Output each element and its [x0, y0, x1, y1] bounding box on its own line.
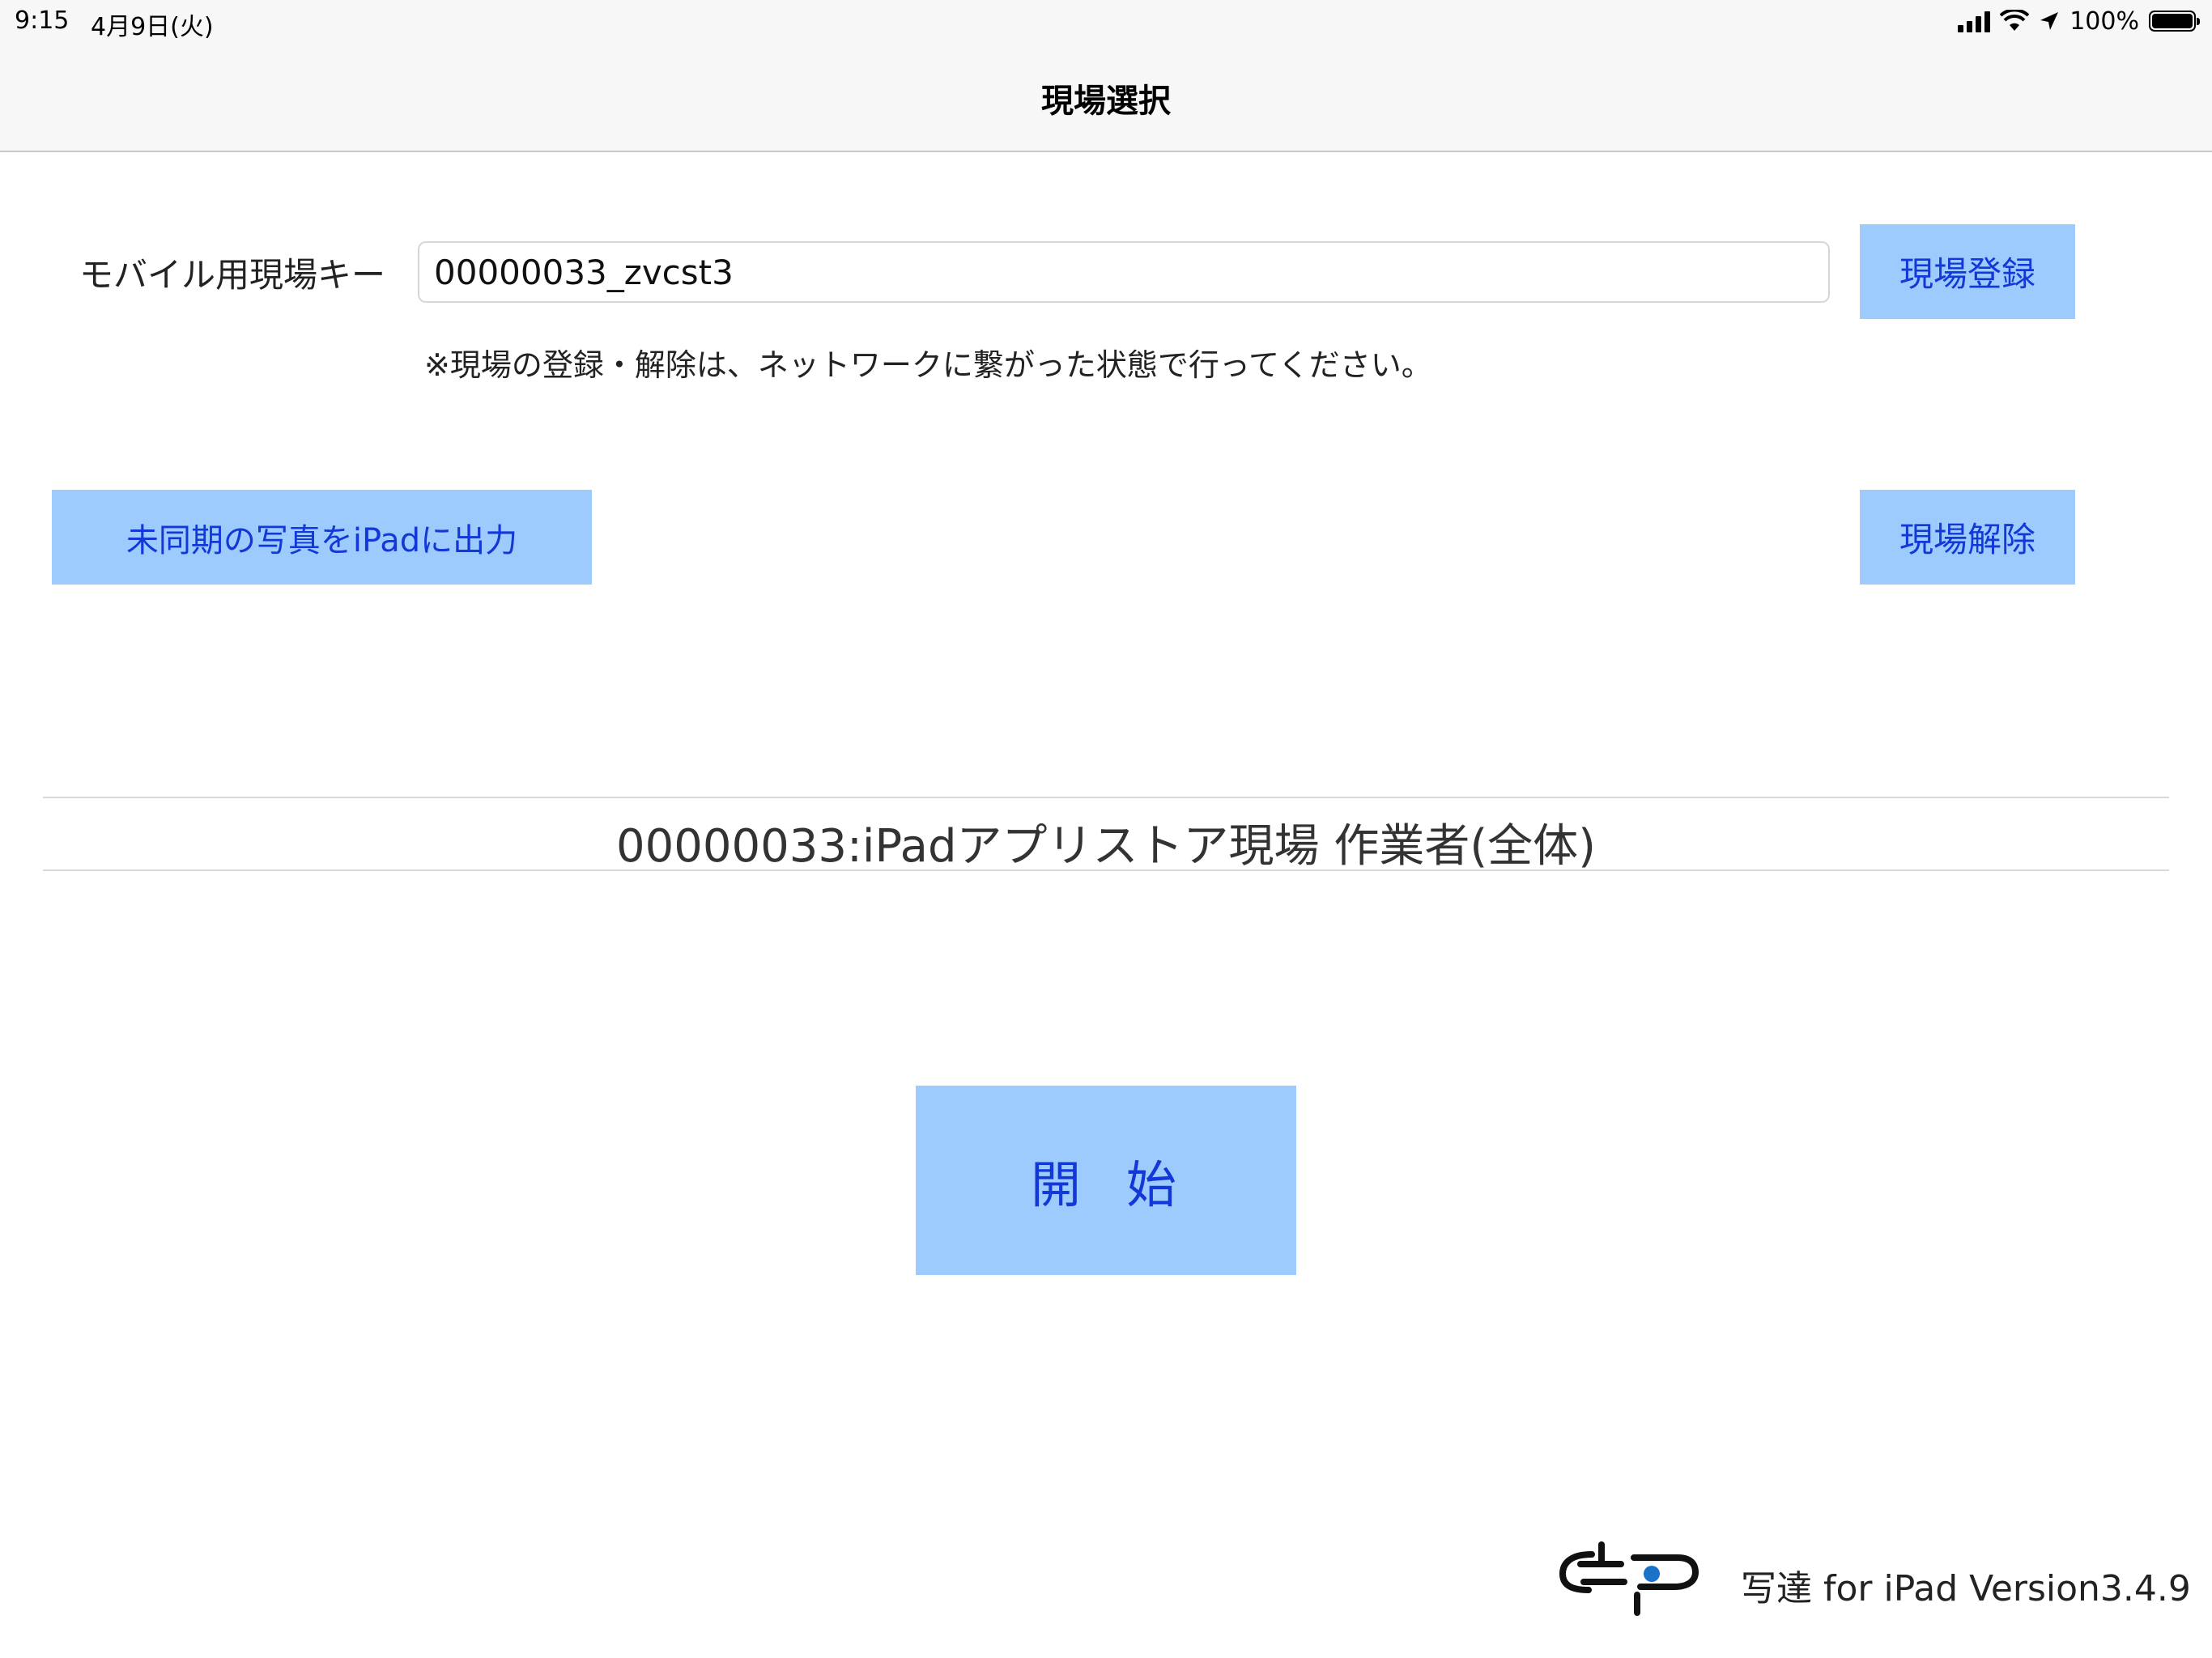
status-time: 9:15: [15, 6, 70, 35]
current-site-label: 00000033:iPadアプリストア現場 作業者(全体): [615, 820, 1597, 873]
dcp-logo: [1559, 1541, 1699, 1616]
status-date: 4月9日(火): [91, 13, 214, 41]
export-photos-button[interactable]: 未同期の写真をiPadに出力: [52, 490, 592, 585]
start-button[interactable]: 開始: [916, 1086, 1296, 1275]
release-site-button[interactable]: 現場解除: [1860, 490, 2075, 585]
network-note: ※現場の登録・解除は、ネットワークに繋がった状態で行ってください。: [424, 347, 1432, 383]
page-title: 現場選択: [1041, 83, 1171, 120]
site-key-label: モバイル用現場キー: [79, 255, 386, 295]
status-bar: 9:15 4月9日(火) 100%: [0, 0, 2212, 45]
status-indicators: 100%: [1958, 5, 2200, 37]
battery-icon: [2149, 11, 2200, 32]
location-arrow-icon: [2040, 12, 2059, 30]
app-version: 写達 for iPad Version3.4.9: [1741, 1568, 2191, 1609]
navigation-bar: 現場選択: [0, 45, 2212, 152]
wifi-icon: [2000, 10, 2030, 31]
signal-icon: [1958, 10, 1991, 32]
register-site-button[interactable]: 現場登録: [1860, 224, 2075, 319]
current-site-row[interactable]: 00000033:iPadアプリストア現場 作業者(全体): [43, 797, 2169, 873]
battery-percent: 100%: [2069, 6, 2139, 36]
site-key-input[interactable]: [418, 241, 1830, 303]
